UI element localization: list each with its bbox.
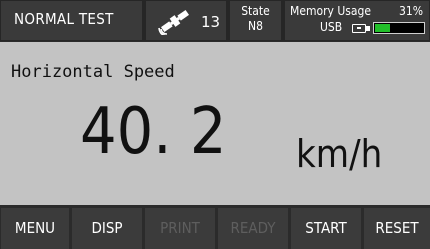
satellite-icon bbox=[158, 9, 190, 35]
memory-usage-percent: 31% bbox=[399, 4, 423, 18]
ready-button[interactable]: READY bbox=[218, 208, 288, 249]
usb-connector-tip bbox=[366, 26, 370, 31]
softkey-bar: MENU DISP PRINT READY START RESET bbox=[0, 208, 430, 249]
disp-button[interactable]: DISP bbox=[72, 208, 142, 249]
measurement-panel: Horizontal Speed 40. 2 km/h bbox=[0, 42, 430, 205]
state-value: N8 bbox=[248, 19, 263, 33]
memory-device-label: USB bbox=[320, 20, 343, 34]
mode-label: NORMAL TEST bbox=[14, 10, 114, 28]
menu-button[interactable]: MENU bbox=[1, 208, 69, 249]
satellite-count: 13 bbox=[201, 13, 221, 31]
state-label: State bbox=[241, 4, 270, 18]
usb-stick-icon bbox=[352, 24, 366, 33]
start-button[interactable]: START bbox=[291, 208, 361, 249]
print-button[interactable]: PRINT bbox=[145, 208, 215, 249]
status-bar: NORMAL TEST 13 State N8 Memory Usage 31%… bbox=[0, 0, 430, 41]
reset-button[interactable]: RESET bbox=[364, 208, 430, 249]
memory-usage-label: Memory Usage bbox=[290, 4, 371, 18]
memory-usage-bar bbox=[373, 22, 425, 34]
memory-usage-indicator: Memory Usage 31% USB bbox=[285, 1, 429, 40]
mode-indicator: NORMAL TEST bbox=[1, 1, 142, 40]
measurement-value: 40. 2 bbox=[80, 95, 227, 169]
measurement-label: Horizontal Speed bbox=[11, 62, 175, 82]
state-indicator: State N8 bbox=[230, 1, 281, 40]
satellite-indicator: 13 bbox=[146, 1, 226, 40]
memory-usage-bar-fill bbox=[375, 24, 390, 32]
measurement-unit: km/h bbox=[296, 132, 383, 176]
